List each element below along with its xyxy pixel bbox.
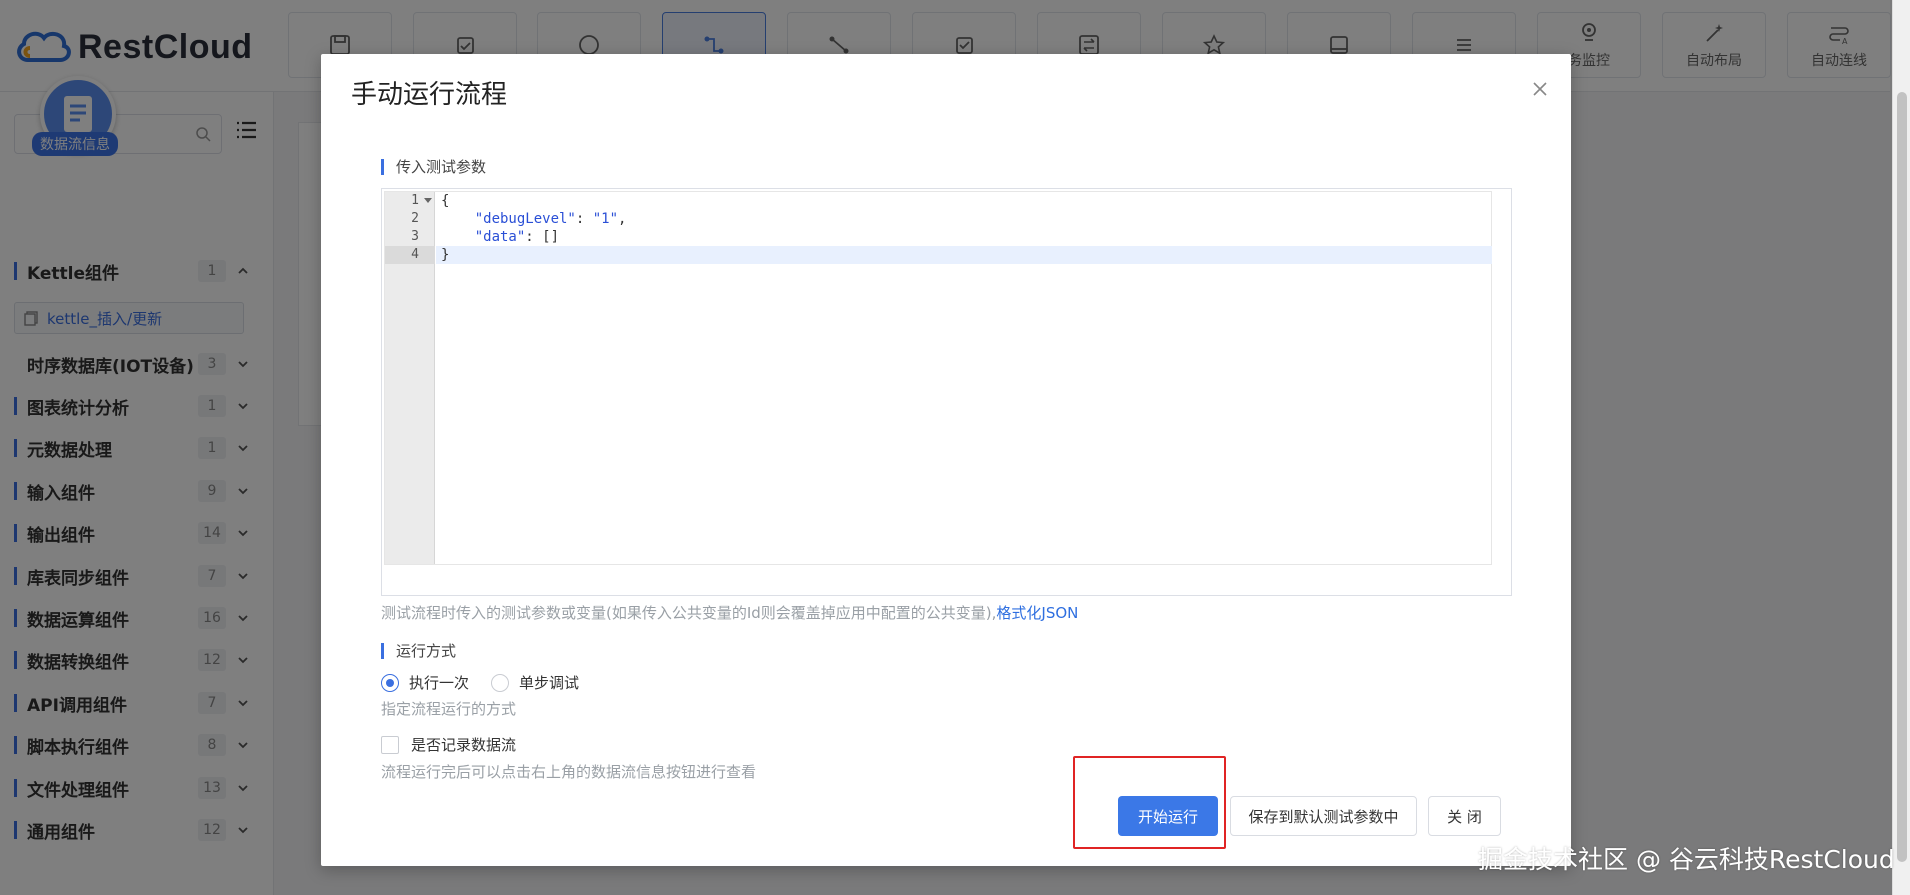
format-json-link[interactable]: 格式化JSON <box>996 604 1078 622</box>
scrollbar-thumb[interactable] <box>1897 92 1907 862</box>
code-line: "debugLevel": "1", <box>474 211 627 227</box>
code-line: { <box>441 193 450 209</box>
close-icon[interactable] <box>1531 80 1549 98</box>
active-line-highlight <box>436 246 1492 264</box>
line-number: 3 <box>411 229 419 244</box>
run-once-radio[interactable] <box>381 673 399 692</box>
line-number: 4 <box>385 246 435 264</box>
page-scrollbar[interactable] <box>1892 0 1910 895</box>
code-line: "data": [] <box>474 229 560 245</box>
run-mode-radio-group: 执行一次 单步调试 <box>381 672 579 693</box>
highlight-box <box>1073 756 1226 849</box>
close-button[interactable]: 关 闭 <box>1428 796 1501 836</box>
json-editor-container: 1 2 3 4 { "debugLevel": "1", "data": [] … <box>381 188 1512 596</box>
record-dataflow-label[interactable]: 是否记录数据流 <box>411 734 516 755</box>
step-debug-radio[interactable] <box>491 673 510 692</box>
line-number: 2 <box>411 211 419 226</box>
run-mode-hint: 指定流程运行的方式 <box>381 700 517 718</box>
watermark: 掘金技术社区 @ 谷云科技RestCloud <box>1478 845 1895 874</box>
json-code-editor[interactable]: 1 2 3 4 { "debugLevel": "1", "data": [] … <box>384 191 1492 565</box>
run-mode-section-label: 运行方式 <box>381 640 456 661</box>
record-dataflow-checkbox[interactable] <box>381 735 399 754</box>
params-section-label: 传入测试参数 <box>381 156 486 177</box>
dialog-title: 手动运行流程 <box>351 80 508 110</box>
save-default-params-button[interactable]: 保存到默认测试参数中 <box>1230 796 1417 836</box>
fold-arrow-icon[interactable] <box>424 198 432 203</box>
manual-run-dialog: 手动运行流程 传入测试参数 1 2 3 4 { "debugLevel": "1… <box>321 54 1571 866</box>
record-hint: 流程运行完后可以点击右上角的数据流信息按钮进行查看 <box>381 763 757 781</box>
params-hint: 测试流程时传入的测试参数或变量(如果传入公共变量的Id则会覆盖掉应用中配置的公共… <box>381 604 1079 622</box>
record-dataflow-row: 是否记录数据流 <box>381 734 516 755</box>
code-line: } <box>441 247 450 263</box>
run-once-label[interactable]: 执行一次 <box>409 672 469 693</box>
step-debug-label[interactable]: 单步调试 <box>519 672 579 693</box>
